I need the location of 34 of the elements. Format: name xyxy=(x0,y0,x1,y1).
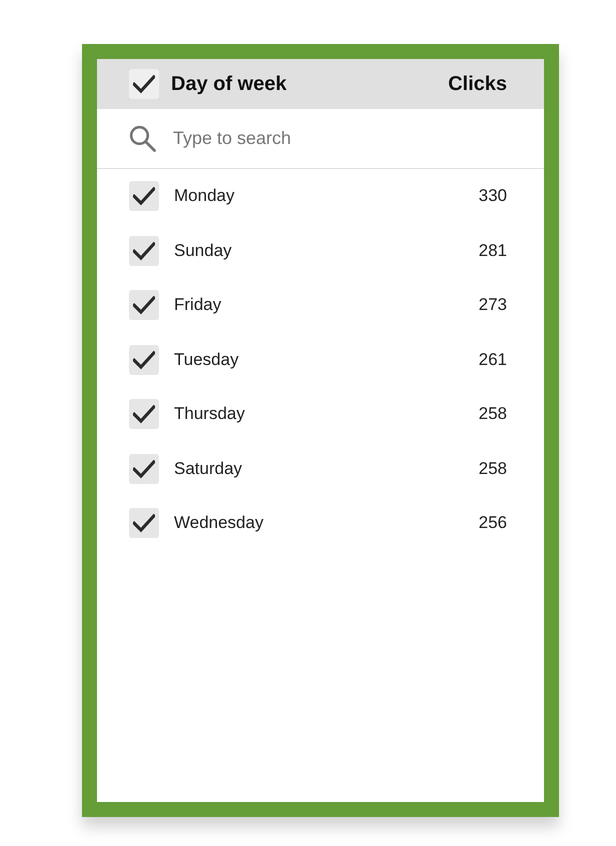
check-icon xyxy=(133,240,155,262)
clicks-value: 273 xyxy=(478,295,507,316)
checkbox[interactable] xyxy=(129,290,159,320)
clicks-value: 258 xyxy=(478,458,507,479)
checkbox[interactable] xyxy=(129,69,159,99)
checkbox[interactable] xyxy=(129,344,159,375)
check-icon xyxy=(133,294,155,316)
check-icon xyxy=(133,73,155,95)
day-label: Monday xyxy=(174,186,234,206)
clicks-value: 330 xyxy=(478,186,507,206)
check-icon xyxy=(133,185,155,208)
day-label: Sunday xyxy=(174,240,232,261)
metric-title: Clicks xyxy=(448,72,507,96)
day-label: Friday xyxy=(174,295,222,316)
check-icon xyxy=(133,348,155,371)
day-label: Thursday xyxy=(174,404,245,424)
checkbox[interactable] xyxy=(129,399,159,430)
day-label: Wednesday xyxy=(174,513,264,534)
column-title: Day of week xyxy=(171,72,287,96)
checkbox[interactable] xyxy=(129,181,159,212)
clicks-value: 281 xyxy=(478,240,507,261)
check-icon xyxy=(133,458,155,480)
search-field[interactable]: Type to search xyxy=(173,124,507,153)
clicks-value: 258 xyxy=(478,404,507,424)
search-icon xyxy=(129,125,156,152)
clicks-value: 256 xyxy=(478,513,507,534)
checkbox[interactable] xyxy=(129,236,159,266)
checkbox[interactable] xyxy=(129,454,159,484)
check-icon xyxy=(133,512,155,534)
day-label: Tuesday xyxy=(174,350,239,370)
checkbox[interactable] xyxy=(129,508,159,538)
clicks-value: 261 xyxy=(478,350,507,370)
day-label: Saturday xyxy=(174,458,242,479)
check-icon xyxy=(133,403,155,426)
